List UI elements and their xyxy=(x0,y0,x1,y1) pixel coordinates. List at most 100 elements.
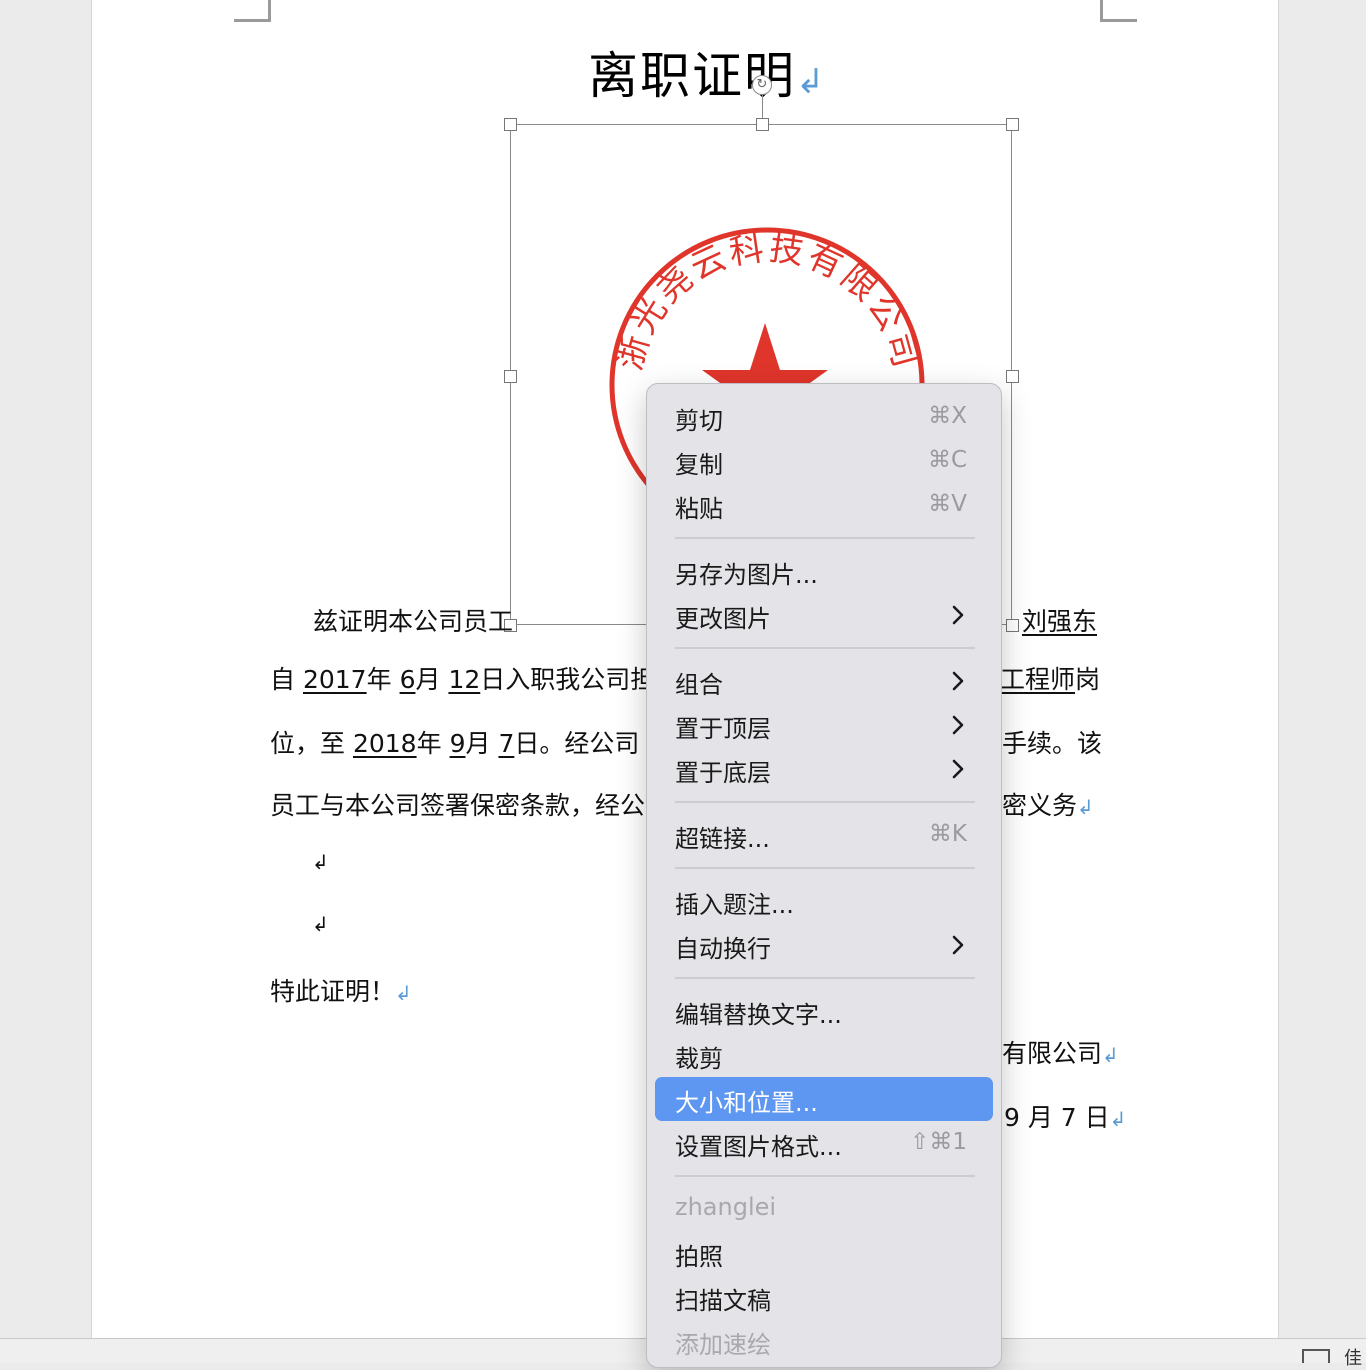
employee-name[interactable]: 刘强东 xyxy=(1022,602,1097,638)
chevron-right-icon xyxy=(952,605,964,625)
menu-shortcut: ⌘V xyxy=(928,491,967,517)
context-menu: 剪切 ⌘X 复制 ⌘C 粘贴 ⌘V 另存为图片... 更改图片 组合 置于顶层 … xyxy=(646,383,1002,1368)
employee-name-text: 刘强东 xyxy=(1022,607,1098,636)
menu-item-format-picture[interactable]: 设置图片格式... ⇧⌘1 xyxy=(655,1121,993,1165)
menu-item-label: 更改图片 xyxy=(675,605,771,633)
menu-item-group[interactable]: 组合 xyxy=(655,659,993,703)
date-text: 9 月 7 日 xyxy=(1004,1103,1110,1132)
menu-separator xyxy=(675,977,975,979)
menu-item-label: 大小和位置... xyxy=(675,1089,818,1117)
signature-date[interactable]: 9 月 7 日↲ xyxy=(1004,1098,1126,1134)
menu-item-label: 复制 xyxy=(675,451,723,479)
menu-item-label: 扫描文稿 xyxy=(675,1287,771,1315)
closing-line[interactable]: 特此证明！↲ xyxy=(270,972,412,1008)
menu-item-scan-documents[interactable]: 扫描文稿 xyxy=(655,1275,993,1319)
menu-item-copy[interactable]: 复制 ⌘C xyxy=(655,439,993,483)
menu-item-label: 添加速绘 xyxy=(675,1331,771,1359)
menu-separator xyxy=(675,801,975,803)
margin-corner-top-left xyxy=(234,0,271,22)
menu-item-save-as-picture[interactable]: 另存为图片... xyxy=(655,549,993,593)
body-text: 密义务 xyxy=(1002,791,1078,820)
document-title[interactable]: 离职证明↲ xyxy=(588,36,827,108)
menu-item-send-to-back[interactable]: 置于底层 xyxy=(655,747,993,791)
menu-shortcut: ⌘X xyxy=(928,403,967,429)
body-text: 年 xyxy=(366,665,392,694)
menu-item-label: 置于顶层 xyxy=(675,715,771,743)
menu-shortcut: ⇧⌘1 xyxy=(910,1129,967,1155)
end-day: 7 xyxy=(498,729,515,758)
menu-item-label: 剪切 xyxy=(675,407,723,435)
margin-corner-top-right xyxy=(1100,0,1137,22)
menu-item-wrap-text[interactable]: 自动换行 xyxy=(655,923,993,967)
body-text: 日入职我公司担 xyxy=(480,665,656,694)
menu-item-paste[interactable]: 粘贴 ⌘V xyxy=(655,483,993,527)
company-text: 有限公司 xyxy=(1002,1039,1103,1068)
body-line-1-left[interactable]: 兹证明本公司员工 xyxy=(313,602,513,638)
resize-handle-top-right[interactable] xyxy=(1006,118,1019,131)
menu-separator xyxy=(675,647,975,649)
menu-item-label: 粘贴 xyxy=(675,495,723,523)
menu-item-label: zhanglei xyxy=(675,1193,777,1221)
menu-item-bring-to-front[interactable]: 置于顶层 xyxy=(655,703,993,747)
menu-shortcut: ⌘K xyxy=(928,821,967,847)
paragraph-mark: ↲ xyxy=(1102,1043,1119,1067)
body-text: 岗 xyxy=(1075,665,1101,694)
closing-text: 特此证明！ xyxy=(270,977,396,1006)
signature-company[interactable]: 有限公司↲ xyxy=(1002,1034,1119,1070)
menu-item-label: 另存为图片... xyxy=(675,561,818,589)
rotate-handle-icon[interactable]: ↻ xyxy=(752,75,772,95)
menu-item-label: 编辑替换文字... xyxy=(675,1001,842,1029)
resize-handle-right[interactable] xyxy=(1006,370,1019,383)
resize-handle-top-left[interactable] xyxy=(504,118,517,131)
resize-handle-top[interactable] xyxy=(756,118,769,131)
empty-paragraph-mark: ↲ xyxy=(312,912,329,936)
menu-item-label: 组合 xyxy=(675,671,723,699)
start-month: 6 xyxy=(399,665,416,694)
menu-item-cut[interactable]: 剪切 ⌘X xyxy=(655,395,993,439)
menu-item-size-and-position[interactable]: 大小和位置... xyxy=(655,1077,993,1121)
start-day: 12 xyxy=(448,665,481,694)
menu-separator xyxy=(675,537,975,539)
empty-paragraph-mark: ↲ xyxy=(312,850,329,874)
body-text: 位，至 xyxy=(270,729,346,758)
chevron-right-icon xyxy=(952,715,964,735)
job-title: 工程师 xyxy=(1000,665,1076,694)
chevron-right-icon xyxy=(952,935,964,955)
menu-item-label: 插入题注... xyxy=(675,891,794,919)
focus-mode-icon[interactable] xyxy=(1302,1349,1330,1363)
body-line-2-right[interactable]: 工程师岗 xyxy=(1000,660,1100,696)
end-month: 9 xyxy=(449,729,466,758)
menu-item-label: 拍照 xyxy=(675,1243,723,1271)
menu-separator xyxy=(675,867,975,869)
body-text: 手续。该 xyxy=(1002,729,1103,758)
body-line-3-left[interactable]: 位，至 2018年 9月 7日。经公司 xyxy=(270,724,639,760)
menu-item-crop[interactable]: 裁剪 xyxy=(655,1033,993,1077)
menu-item-change-picture[interactable]: 更改图片 xyxy=(655,593,993,637)
menu-item-label: 设置图片格式... xyxy=(675,1133,842,1161)
paragraph-mark: ↲ xyxy=(395,981,412,1005)
menu-section-header-device: zhanglei xyxy=(655,1187,993,1231)
body-text: 月 xyxy=(465,729,491,758)
body-text: 日。经公司 xyxy=(514,729,640,758)
paragraph-mark: ↲ xyxy=(1109,1107,1127,1131)
menu-item-label: 裁剪 xyxy=(675,1045,723,1073)
resize-handle-left[interactable] xyxy=(504,370,517,383)
menu-item-insert-caption[interactable]: 插入题注... xyxy=(655,879,993,923)
paragraph-mark: ↲ xyxy=(1077,795,1094,819)
menu-item-label: 置于底层 xyxy=(675,759,771,787)
body-text: 年 xyxy=(416,729,442,758)
body-text: 自 xyxy=(270,665,296,694)
status-text: 佳 xyxy=(1344,1348,1362,1369)
start-year: 2017 xyxy=(302,665,367,694)
body-line-4-right[interactable]: 密义务↲ xyxy=(1002,786,1094,822)
menu-item-take-photo[interactable]: 拍照 xyxy=(655,1231,993,1275)
menu-item-edit-alt-text[interactable]: 编辑替换文字... xyxy=(655,989,993,1033)
menu-item-hyperlink[interactable]: 超链接... ⌘K xyxy=(655,813,993,857)
menu-separator xyxy=(675,1175,975,1177)
body-line-2-left[interactable]: 自 2017年 6月 12日入职我公司担 xyxy=(270,660,655,696)
resize-handle-bottom-right[interactable] xyxy=(1006,619,1019,632)
menu-item-label: 超链接... xyxy=(675,825,770,853)
body-line-4-left[interactable]: 员工与本公司签署保密条款，经公 xyxy=(270,786,645,822)
body-line-3-right[interactable]: 手续。该 xyxy=(1002,724,1102,760)
chevron-right-icon xyxy=(952,671,964,691)
